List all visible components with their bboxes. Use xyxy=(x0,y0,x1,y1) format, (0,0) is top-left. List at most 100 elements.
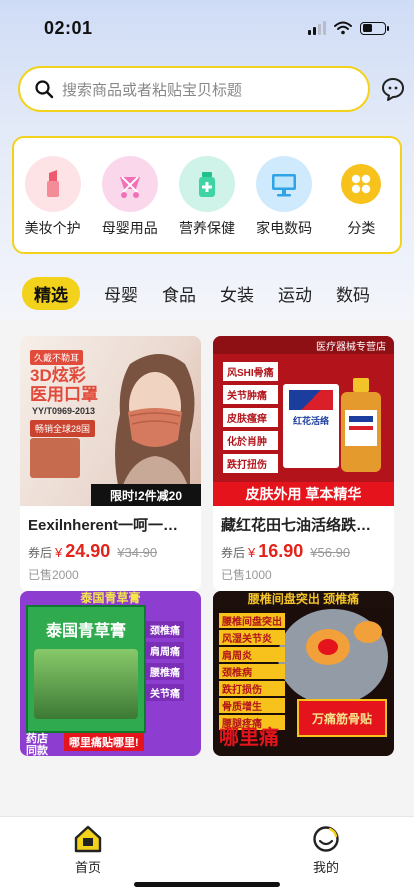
product-tag: 颈椎病 xyxy=(219,664,285,679)
category-health[interactable]: 营养保健 xyxy=(172,156,242,238)
price-symbol: ¥ xyxy=(248,545,256,560)
baby-stroller-icon xyxy=(101,156,158,212)
product-tag: 颈椎痛 xyxy=(146,621,184,638)
price-original: ¥34.90 xyxy=(117,545,158,560)
tab-bar: 精选 母婴 食品 女装 运动 数码 xyxy=(0,272,414,314)
grid-icon xyxy=(333,156,389,212)
battery-icon xyxy=(360,21,389,35)
category-label: 美妆个护 xyxy=(24,220,81,236)
product-card[interactable]: 医疗器械专营店 风SHI骨痛 关节肿痛 皮肤瘙痒 化於肖肿 跌打扭伤 红花活络 … xyxy=(213,336,394,591)
price-symbol: ¥ xyxy=(55,545,63,560)
profile-icon xyxy=(313,826,339,852)
product-tag: 跌打损伤 xyxy=(219,681,285,696)
nav-profile[interactable]: 我的 xyxy=(288,825,364,896)
price-label: 券后 xyxy=(221,546,246,560)
price-row: 券后 ¥ 16.90 ¥56.90 xyxy=(213,535,394,562)
wifi-icon xyxy=(334,21,352,35)
category-electronics[interactable]: 家电数码 xyxy=(249,156,319,238)
product-top-text: 腰椎间盘突出 颈椎痛 xyxy=(213,591,394,607)
status-time: 02:01 xyxy=(44,17,93,38)
product-card[interactable]: 腰椎间盘突出 颈椎痛 腰椎间盘突出 风湿关节炎 肩周炎 颈椎病 跌打损伤 骨质增… xyxy=(213,591,394,756)
price-row: 券后 ¥ 24.90 ¥34.90 xyxy=(20,535,201,562)
sold-count: 已售1000 xyxy=(221,568,272,582)
category-beauty[interactable]: 美妆个护 xyxy=(18,156,88,238)
category-label: 母婴用品 xyxy=(101,220,158,236)
tab-featured[interactable]: 精选 xyxy=(22,276,80,310)
product-footer: 皮肤外用 草本精华 xyxy=(213,482,394,506)
product-tag: 关节肿痛 xyxy=(223,385,278,404)
category-label: 分类 xyxy=(347,220,376,236)
product-badge: 久戴不勒耳 xyxy=(30,350,84,365)
tab-baby[interactable]: 母婴 xyxy=(104,281,138,306)
product-title: 藏红花田七油活络跌… xyxy=(221,517,372,534)
product-tag-list: 颈椎痛 肩周痛 腰椎痛 关节痛 xyxy=(146,621,184,701)
price-original: ¥56.90 xyxy=(310,545,351,560)
product-tag-list: 风SHI骨痛 关节肿痛 皮肤瘙痒 化於肖肿 跌打扭伤 xyxy=(223,362,278,473)
product-image: 久戴不勒耳 3D炫彩 医用口罩 YY/T0969-2013 畅销全球28国 限时… xyxy=(20,336,201,506)
product-card[interactable]: 泰国青草膏 泰国青草膏 颈椎痛 肩周痛 腰椎痛 关节痛 药店同款 哪里痛贴哪里! xyxy=(20,591,201,756)
medicine-bottle-icon xyxy=(178,156,235,212)
bottle-label: 红花活络 xyxy=(292,416,329,426)
product-sales: 畅销全球28国 xyxy=(30,420,96,437)
lipstick-icon xyxy=(24,156,81,212)
product-banner: 哪里痛贴哪里! xyxy=(64,733,144,751)
product-side-text: 药店同款 xyxy=(26,733,48,756)
product-tag: 肩周痛 xyxy=(146,642,184,659)
price-current: 16.90 xyxy=(258,541,304,561)
product-box-title: 泰国青草膏 xyxy=(45,623,126,640)
nav-home[interactable]: 首页 xyxy=(50,825,126,896)
product-tag: 关节痛 xyxy=(146,684,184,701)
product-card[interactable]: 久戴不勒耳 3D炫彩 医用口罩 YY/T0969-2013 畅销全球28国 限时… xyxy=(20,336,201,591)
product-tag: 骨质增生 xyxy=(219,698,285,713)
message-button[interactable] xyxy=(380,76,406,102)
search-row: 搜索商品或者粘贴宝贝标题 xyxy=(18,66,410,112)
home-icon xyxy=(74,825,102,853)
nav-label: 我的 xyxy=(312,860,339,875)
signal-icon xyxy=(308,21,326,35)
model-illustration xyxy=(115,354,195,494)
product-promo: 限时!2件减20 xyxy=(91,484,201,506)
product-box: 万痛筋骨贴 xyxy=(297,699,387,737)
monitor-icon xyxy=(256,156,313,212)
category-all[interactable]: 分类 xyxy=(326,156,396,238)
store-banner: 医疗器械专营店 xyxy=(213,336,394,354)
product-title: Eexilnherent一呵一… xyxy=(28,517,179,534)
category-baby[interactable]: 母婴用品 xyxy=(95,156,165,238)
product-tag: 腰椎痛 xyxy=(146,663,184,680)
product-box: 红花活络 xyxy=(283,384,339,468)
tab-sports[interactable]: 运动 xyxy=(278,281,312,306)
status-bar: 02:01 xyxy=(0,0,414,56)
category-label: 家电数码 xyxy=(256,220,313,236)
search-placeholder: 搜索商品或者粘贴宝贝标题 xyxy=(62,81,243,99)
product-tag: 肩周炎 xyxy=(219,647,285,662)
product-box: 泰国青草膏 xyxy=(26,605,146,733)
search-input[interactable]: 搜索商品或者粘贴宝贝标题 xyxy=(18,66,370,112)
product-tag: 皮肤瘙痒 xyxy=(223,408,278,427)
tab-digital[interactable]: 数码 xyxy=(336,281,370,306)
chat-bubble-icon xyxy=(382,78,404,101)
sold-count: 已售2000 xyxy=(28,568,79,582)
price-current: 24.90 xyxy=(65,541,111,561)
home-indicator xyxy=(134,882,280,887)
product-image: 腰椎间盘突出 颈椎痛 腰椎间盘突出 风湿关节炎 肩周炎 颈椎病 跌打损伤 骨质增… xyxy=(213,591,394,756)
product-tag: 跌打扭伤 xyxy=(223,454,278,473)
product-box xyxy=(30,438,80,478)
product-standard: YY/T0969-2013 xyxy=(32,406,96,416)
bottle-illustration xyxy=(341,378,381,472)
spine-illustration xyxy=(278,609,388,705)
category-panel: 美妆个护 母婴用品 营养保健 家电数码 分类 xyxy=(12,136,402,254)
tab-women[interactable]: 女装 xyxy=(220,281,254,306)
product-image: 医疗器械专营店 风SHI骨痛 关节肿痛 皮肤瘙痒 化於肖肿 跌打扭伤 红花活络 … xyxy=(213,336,394,506)
tab-food[interactable]: 食品 xyxy=(162,281,196,306)
category-label: 营养保健 xyxy=(178,220,235,236)
price-label: 券后 xyxy=(28,546,53,560)
status-icons xyxy=(308,21,389,35)
product-bottom-text: 哪里痛 xyxy=(219,727,279,749)
product-headline: 3D炫彩 医用口罩 xyxy=(30,366,98,404)
nav-label: 首页 xyxy=(74,860,101,875)
product-tag-list: 腰椎间盘突出 风湿关节炎 肩周炎 颈椎病 跌打损伤 骨质增生 腰腿疼痛 xyxy=(219,613,285,730)
product-tag: 风SHI骨痛 xyxy=(223,362,278,381)
product-tag: 风湿关节炎 xyxy=(219,630,285,645)
product-image: 泰国青草膏 泰国青草膏 颈椎痛 肩周痛 腰椎痛 关节痛 药店同款 哪里痛贴哪里! xyxy=(20,591,201,756)
product-top-text: 泰国青草膏 xyxy=(80,591,141,605)
